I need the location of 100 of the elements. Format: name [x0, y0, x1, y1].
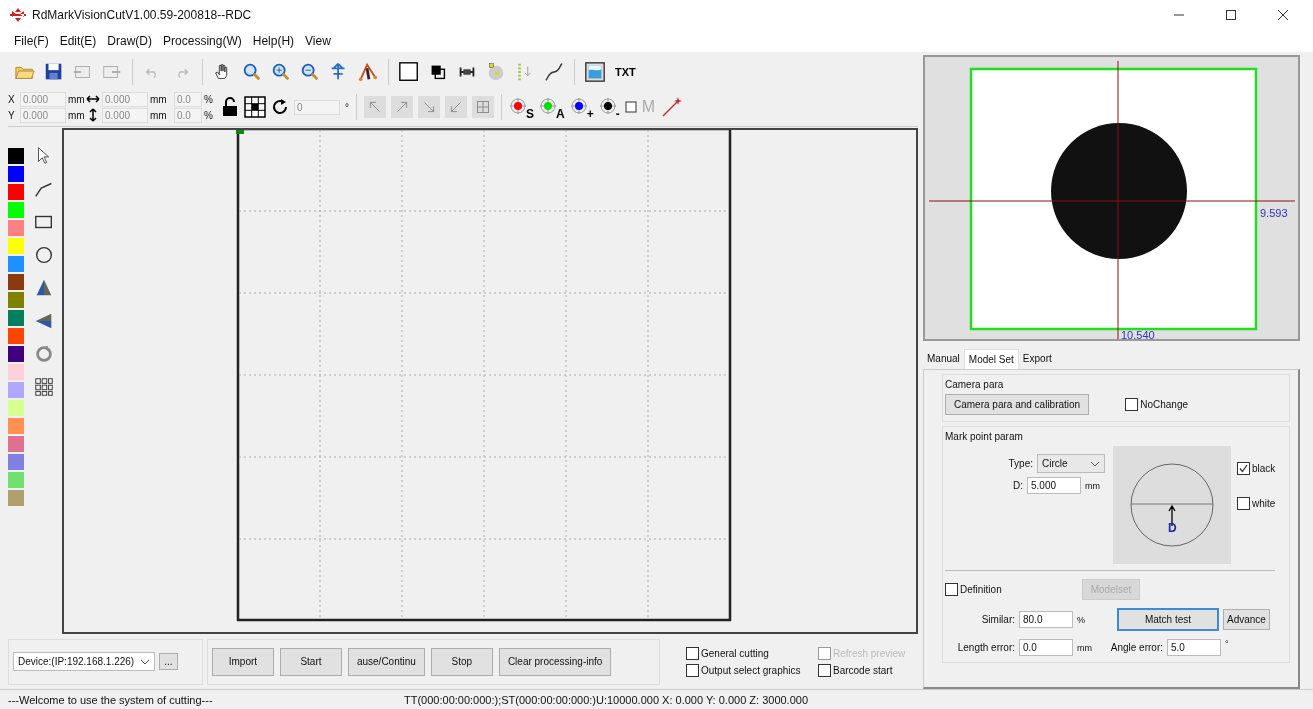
group-title: Mark point param: [945, 431, 1024, 442]
text-tool-button[interactable]: TXT: [613, 65, 638, 78]
color-swatch[interactable]: [8, 166, 24, 182]
tab[interactable]: Export: [1018, 349, 1056, 369]
option-checkbox[interactable]: [818, 663, 831, 677]
maximize-icon[interactable]: [1225, 9, 1237, 21]
circle-icon[interactable]: [33, 244, 55, 266]
color-swatch[interactable]: [8, 490, 24, 506]
color-swatch[interactable]: [8, 328, 24, 344]
action-button[interactable]: Import: [211, 647, 274, 676]
tab[interactable]: Manual: [923, 349, 964, 369]
action-button[interactable]: Stop: [430, 647, 493, 676]
menu-item[interactable]: Draw(D): [107, 34, 153, 48]
unit-label: mm: [150, 109, 168, 121]
array-grid-icon[interactable]: [33, 376, 55, 398]
chevron-down-icon: [140, 657, 151, 666]
color-swatch[interactable]: [8, 256, 24, 272]
action-button[interactable]: ause/Continu: [347, 647, 425, 676]
option-checkbox[interactable]: [686, 663, 699, 677]
match-test-button[interactable]: Match test: [1117, 608, 1219, 631]
menu-item[interactable]: Processing(W): [163, 34, 242, 48]
mark-point-button[interactable]: A: [539, 97, 565, 117]
more-button[interactable]: ...: [159, 653, 178, 670]
color-swatch[interactable]: [8, 346, 24, 362]
color-swatch[interactable]: [8, 274, 24, 290]
option-checkbox[interactable]: [686, 646, 699, 660]
color-swatch[interactable]: [8, 184, 24, 200]
menu-item[interactable]: Help(H): [252, 34, 295, 48]
diameter-field[interactable]: 5.000: [1027, 477, 1081, 494]
color-checkbox[interactable]: [1237, 497, 1250, 510]
unit-label: %: [204, 93, 214, 105]
square-icon[interactable]: [398, 60, 420, 83]
color-swatch[interactable]: [8, 364, 24, 380]
status-info: TT(000:00:00:000:);ST(000:00:00:000:)U:10000.000 X: 0.000 Y: 0.000 Z: 3000.000: [404, 693, 809, 706]
window-title: RdMarkVisionCutV1.00.59-200818--RDC: [32, 8, 252, 22]
menu-item[interactable]: View: [305, 34, 331, 48]
unit-label: %: [1077, 614, 1086, 625]
camera-calibration-button[interactable]: Camera para and calibration: [945, 394, 1090, 415]
diameter-label: D: [1168, 521, 1177, 535]
align-top-right-icon[interactable]: [391, 96, 413, 118]
definition-checkbox[interactable]: [945, 583, 958, 596]
action-button[interactable]: Clear processing-info: [498, 647, 612, 676]
picture-icon[interactable]: [584, 60, 606, 83]
field-label: Length error:: [956, 642, 1015, 653]
color-swatch[interactable]: [8, 382, 24, 398]
drawing-canvas[interactable]: [62, 128, 918, 634]
y-reading: 10.540: [1120, 329, 1155, 339]
group-title: Camera para: [945, 379, 1005, 390]
field-label: Similar:: [980, 614, 1015, 625]
checkbox-label: Definition: [960, 584, 1002, 595]
align-top-left-icon[interactable]: [364, 96, 386, 118]
axis-label: Y: [8, 109, 16, 121]
color-swatch[interactable]: [8, 292, 24, 308]
unit-label: mm: [68, 93, 84, 105]
color-swatch[interactable]: [8, 400, 24, 416]
checkbox-label: General cutting: [701, 647, 769, 659]
unit-label: %: [204, 109, 214, 121]
lock-icon[interactable]: [221, 97, 239, 117]
app-logo-icon: [10, 8, 26, 22]
color-swatch[interactable]: [8, 436, 24, 452]
axis-label: X: [8, 93, 16, 105]
checkbox-label: NoChange: [1140, 399, 1188, 410]
menu-item[interactable]: Edit(E): [59, 34, 97, 48]
height-icon: [86, 108, 100, 122]
length-error-field[interactable]: 0.0: [1019, 639, 1073, 656]
similar-field[interactable]: 80.0: [1019, 611, 1073, 628]
no-change-checkbox[interactable]: [1125, 398, 1139, 411]
field-label: D:: [1013, 480, 1023, 491]
unit-label: mm: [1085, 480, 1101, 491]
checkbox-label: black: [1252, 463, 1276, 474]
color-swatch[interactable]: [8, 202, 24, 218]
advance-button[interactable]: Advance: [1223, 609, 1270, 630]
color-swatch[interactable]: [8, 418, 24, 434]
unit-label: °: [1225, 639, 1230, 649]
unit-label: mm: [150, 93, 168, 105]
align-bottom-right-icon[interactable]: [418, 96, 440, 118]
color-swatch[interactable]: [8, 454, 24, 470]
close-icon[interactable]: [1277, 9, 1289, 21]
small-square-icon[interactable]: [624, 101, 637, 113]
tab[interactable]: Model Set: [963, 349, 1019, 369]
menu-item[interactable]: File(F): [14, 34, 49, 48]
checkbox-label: white: [1252, 498, 1276, 509]
color-swatch[interactable]: [8, 148, 24, 164]
color-swatch[interactable]: [8, 238, 24, 254]
unit-label: mm: [1077, 642, 1093, 653]
align-center-icon[interactable]: [472, 96, 494, 118]
color-swatch[interactable]: [8, 310, 24, 326]
color-swatch[interactable]: [8, 220, 24, 236]
unit-label: °: [345, 101, 349, 113]
action-button[interactable]: Start: [279, 647, 342, 676]
type-dropdown[interactable]: Circle: [1037, 454, 1105, 473]
grid-anchor-icon[interactable]: [244, 96, 266, 118]
color-swatch[interactable]: [8, 472, 24, 488]
chevron-down-icon: [1090, 459, 1100, 468]
align-bottom-left-icon[interactable]: [445, 96, 467, 118]
angle-error-field[interactable]: 5.0: [1167, 639, 1221, 656]
color-checkbox[interactable]: [1237, 462, 1250, 475]
checkbox-label: Barcode start: [833, 664, 893, 676]
rotate-icon[interactable]: [271, 98, 289, 116]
device-dropdown[interactable]: Device:(IP:192.168.1.226): [13, 652, 156, 671]
